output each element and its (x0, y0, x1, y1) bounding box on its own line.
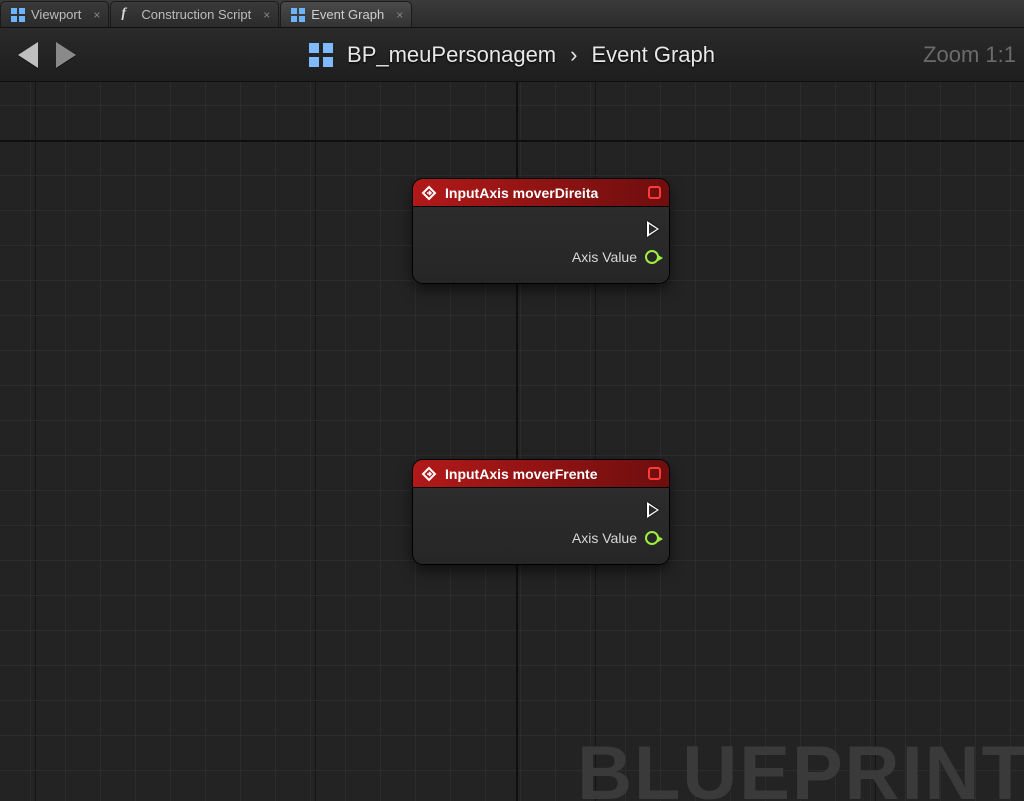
tab-bar: Viewport × f Construction Script × Event… (0, 0, 1024, 28)
event-icon (421, 185, 437, 201)
nav-back-button[interactable] (18, 42, 38, 68)
nav-arrows (0, 42, 76, 68)
graph-canvas[interactable]: BLUEPRINT InputAxis moverDireita Axis Va… (0, 82, 1024, 801)
axis-value-pin-row: Axis Value (423, 524, 659, 552)
blueprint-icon (309, 43, 333, 67)
axis-value-pin-row: Axis Value (423, 243, 659, 271)
node-toggle-icon[interactable] (648, 186, 661, 199)
breadcrumb: BP_meuPersonagem › Event Graph (0, 28, 1024, 81)
tab-viewport[interactable]: Viewport × (0, 1, 109, 27)
nav-bar: BP_meuPersonagem › Event Graph Zoom 1:1 (0, 28, 1024, 82)
breadcrumb-graph[interactable]: Event Graph (591, 42, 715, 68)
node-title: InputAxis moverDireita (445, 185, 640, 201)
grid-icon (291, 8, 305, 22)
node-title: InputAxis moverFrente (445, 466, 640, 482)
zoom-indicator: Zoom 1:1 (923, 28, 1016, 81)
exec-out-pin[interactable] (647, 502, 659, 518)
event-icon (421, 466, 437, 482)
pin-label: Axis Value (572, 249, 637, 265)
node-body: Axis Value (413, 488, 669, 564)
node-header[interactable]: InputAxis moverDireita (413, 179, 669, 207)
node-body: Axis Value (413, 207, 669, 283)
breadcrumb-blueprint[interactable]: BP_meuPersonagem (347, 42, 556, 68)
watermark: BLUEPRINT (577, 730, 1024, 801)
exec-out-pin-row (423, 215, 659, 243)
pin-label: Axis Value (572, 530, 637, 546)
tab-event-graph[interactable]: Event Graph × (280, 1, 412, 27)
tab-label: Construction Script (141, 7, 251, 22)
float-out-pin[interactable] (645, 531, 659, 545)
tab-construction-script[interactable]: f Construction Script × (110, 1, 279, 27)
tab-label: Viewport (31, 7, 81, 22)
close-icon[interactable]: × (93, 8, 100, 22)
node-header[interactable]: InputAxis moverFrente (413, 460, 669, 488)
close-icon[interactable]: × (396, 8, 403, 22)
function-icon: f (121, 8, 135, 22)
nav-forward-button[interactable] (56, 42, 76, 68)
grid-icon (11, 8, 25, 22)
event-node-input-axis-mover-direita[interactable]: InputAxis moverDireita Axis Value (413, 179, 669, 283)
float-out-pin[interactable] (645, 250, 659, 264)
node-toggle-icon[interactable] (648, 467, 661, 480)
tab-label: Event Graph (311, 7, 384, 22)
chevron-right-icon: › (570, 42, 577, 68)
close-icon[interactable]: × (263, 8, 270, 22)
event-node-input-axis-mover-frente[interactable]: InputAxis moverFrente Axis Value (413, 460, 669, 564)
exec-out-pin-row (423, 496, 659, 524)
exec-out-pin[interactable] (647, 221, 659, 237)
